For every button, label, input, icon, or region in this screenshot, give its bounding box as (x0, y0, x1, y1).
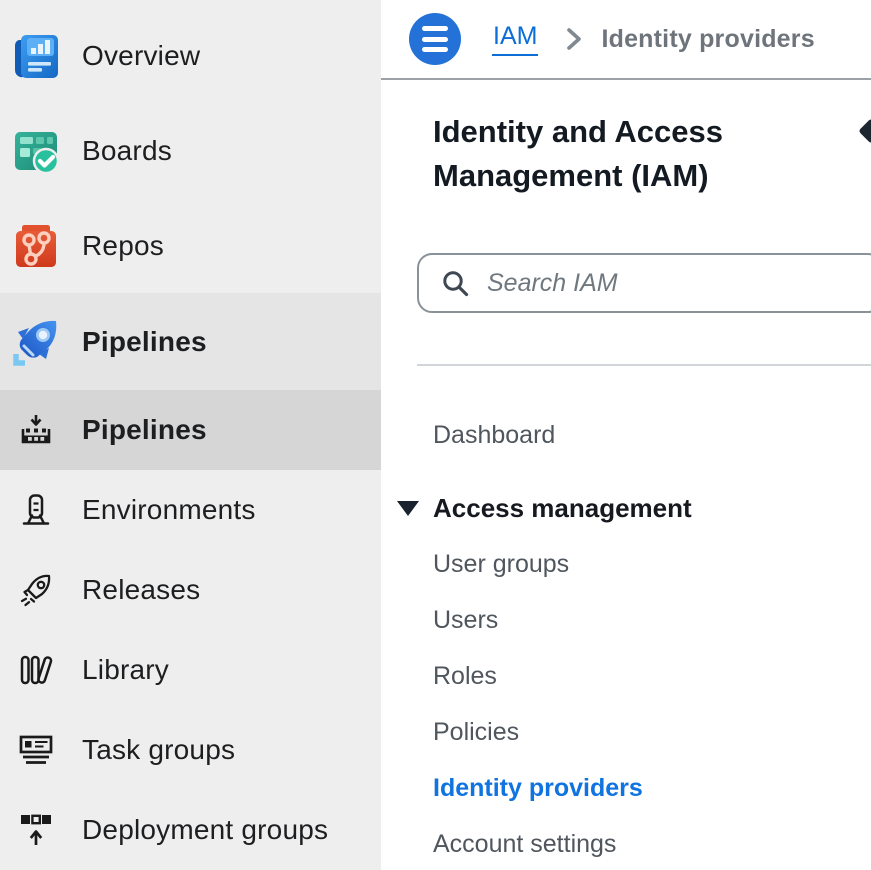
sidebar-item-label: Overview (82, 40, 200, 72)
nav-section-label: Access management (433, 493, 692, 524)
sidebar-item-pipelines[interactable]: Pipelines (0, 390, 381, 470)
breadcrumb-bar: IAM Identity providers (381, 0, 871, 80)
nav-item-users[interactable]: Users (381, 592, 871, 648)
nav-item-identity-providers[interactable]: Identity providers (381, 760, 871, 816)
sidebar-item-boards[interactable]: Boards (0, 103, 381, 198)
nav-section-access-management[interactable]: Access management (381, 480, 871, 536)
sidebar-item-label: Pipelines (82, 326, 207, 358)
app: Overview Boards (0, 0, 871, 870)
boards-icon (0, 125, 72, 177)
search-input[interactable] (487, 269, 871, 298)
sidebar-item-label: Repos (82, 230, 164, 262)
overview-icon (0, 30, 72, 82)
iam-console-panel: IAM Identity providers Identity and Acce… (381, 0, 871, 870)
nav-item-label: User groups (433, 550, 569, 579)
sidebar-item-label: Boards (82, 135, 172, 167)
hamburger-menu-icon (422, 24, 448, 55)
page-title: Identity and Access Management (IAM) (433, 110, 788, 198)
environments-icon (0, 492, 72, 528)
nav-item-dashboard[interactable]: Dashboard (381, 407, 871, 463)
nav-item-user-groups[interactable]: User groups (381, 536, 871, 592)
pipelines-deploy-icon (0, 412, 72, 448)
sidebar-item-deployment-groups[interactable]: Deployment groups (0, 790, 381, 870)
nav-item-roles[interactable]: Roles (381, 648, 871, 704)
search-icon (441, 269, 470, 298)
sidebar-item-pipelines-section[interactable]: Pipelines (0, 293, 381, 390)
nav-item-label: Account settings (433, 830, 616, 859)
iam-nav: Dashboard Access management User groups … (381, 407, 871, 870)
menu-button[interactable] (409, 13, 461, 65)
collapse-triangle-icon (397, 501, 419, 516)
sidebar-item-label: Environments (82, 494, 256, 526)
sidebar-item-environments[interactable]: Environments (0, 470, 381, 550)
divider (417, 364, 871, 366)
library-icon (0, 652, 72, 688)
nav-item-policies[interactable]: Policies (381, 704, 871, 760)
sidebar-item-label: Releases (82, 574, 200, 606)
sidebar-item-library[interactable]: Library (0, 630, 381, 710)
sidebar-item-label: Deployment groups (82, 814, 328, 846)
nav-item-account-settings[interactable]: Account settings (381, 816, 871, 870)
deployment-groups-icon (0, 811, 72, 849)
repos-icon (0, 220, 72, 272)
releases-icon (0, 572, 72, 608)
sidebar-item-label: Task groups (82, 734, 235, 766)
sidebar-item-overview[interactable]: Overview (0, 8, 381, 103)
search-box[interactable] (417, 253, 871, 313)
nav-item-label: Users (433, 606, 498, 635)
pipelines-rocket-icon (0, 315, 72, 369)
chevron-right-icon (563, 25, 585, 53)
sidebar-item-label: Pipelines (82, 414, 207, 446)
breadcrumb-link-iam[interactable]: IAM (492, 22, 538, 56)
nav-item-label: Policies (433, 718, 519, 747)
sidebar-item-releases[interactable]: Releases (0, 550, 381, 630)
sidebar-item-label: Library (82, 654, 169, 686)
close-icon[interactable] (858, 118, 871, 143)
task-groups-icon (0, 732, 72, 768)
breadcrumb-current: Identity providers (601, 25, 814, 54)
nav-item-label: Identity providers (433, 774, 643, 803)
nav-item-label: Roles (433, 662, 497, 691)
sidebar-item-task-groups[interactable]: Task groups (0, 710, 381, 790)
sidebar-item-repos[interactable]: Repos (0, 198, 381, 293)
azure-devops-sidebar: Overview Boards (0, 0, 381, 870)
nav-item-label: Dashboard (433, 421, 555, 450)
